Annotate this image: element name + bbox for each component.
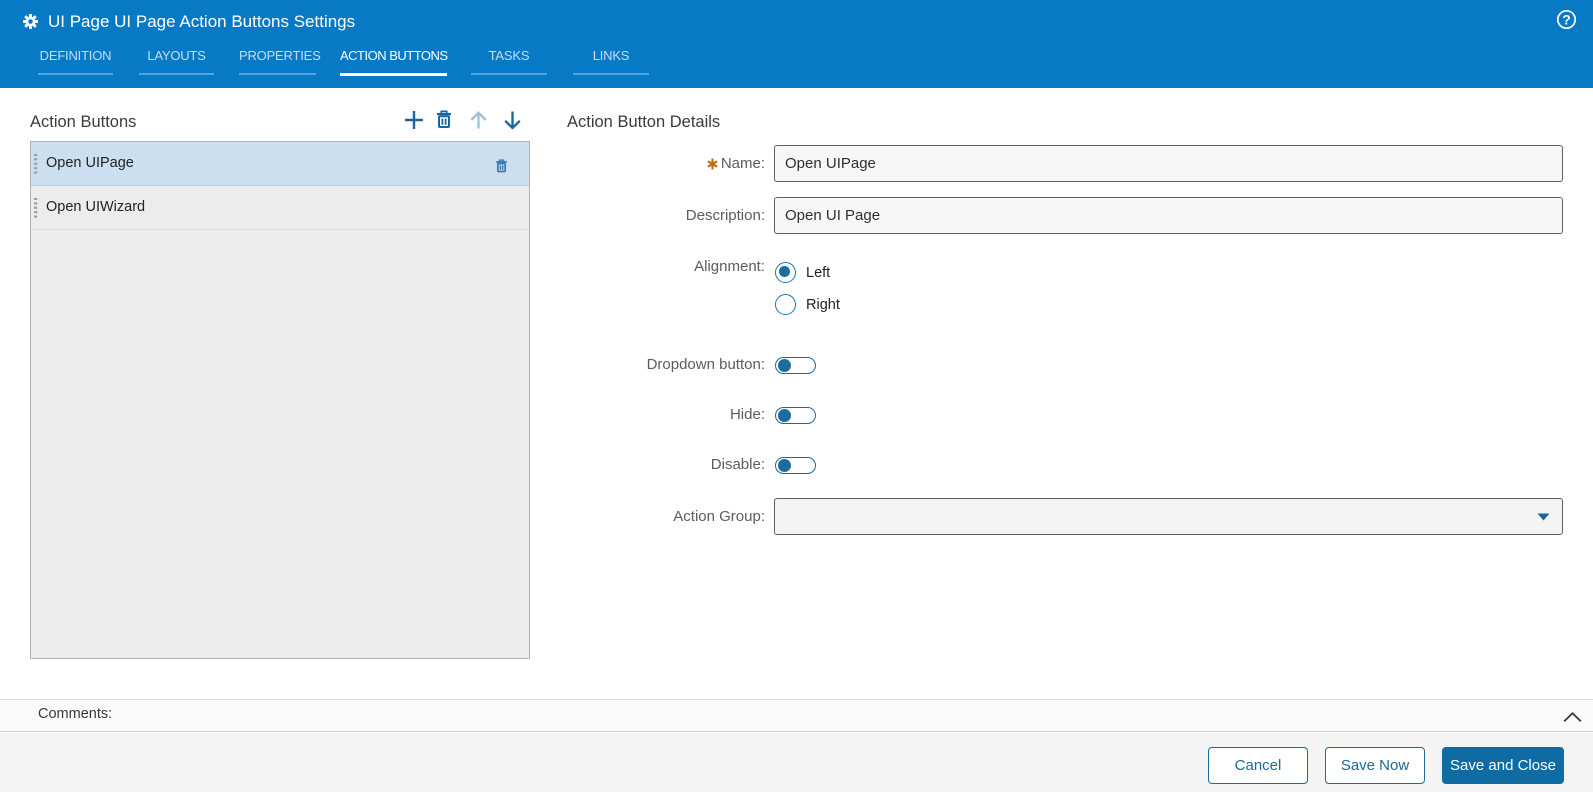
svg-text:?: ?: [1562, 11, 1571, 27]
